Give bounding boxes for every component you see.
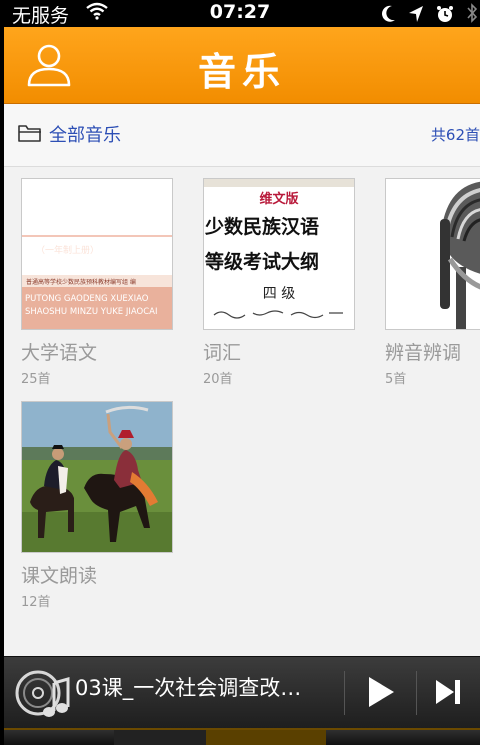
album-title: 词汇 (203, 342, 242, 364)
album-item[interactable]: 课文朗读 12首 (21, 401, 173, 610)
cover-pinyin-line: SHAOSHU MINZU YUKE JIAOCAI (25, 307, 158, 317)
album-title: 大学语文 (21, 342, 98, 364)
page-title: 音乐 (197, 50, 286, 94)
album-item[interactable]: 维文版 少数民族汉语 等级考试大纲 四 级 词汇 20首 (203, 178, 355, 387)
cover-level: 四 级 (262, 286, 296, 302)
music-disc-icon[interactable] (14, 667, 70, 723)
album-title: 课文朗读 (21, 565, 98, 587)
nav-bar: 音乐 (4, 27, 480, 104)
play-icon (369, 677, 394, 707)
location-arrow-icon (408, 5, 424, 28)
microphone-image (386, 179, 480, 329)
cover-title-line: 少数民族汉语 (205, 216, 320, 238)
album-cover[interactable] (385, 178, 480, 330)
folder-icon (18, 124, 42, 146)
next-button[interactable] (434, 679, 462, 709)
album-cover[interactable] (21, 401, 173, 553)
tab-bar-edge (4, 728, 480, 745)
divider (344, 671, 345, 715)
cover-pinyin-line: PUTONG GAODENG XUEXIAO (25, 294, 149, 304)
horse-riders-image (22, 402, 172, 552)
album-item[interactable]: 大学语文 （一年制上册） 普通高等学校少数民族预科教材编写组 编 PUTONG … (21, 178, 173, 387)
cover-title: 大学语文 (32, 201, 160, 236)
album-track-count: 20首 (203, 372, 233, 387)
mini-player[interactable]: 03课_一次社会调查改… (4, 656, 480, 729)
all-music-label[interactable]: 全部音乐 (49, 121, 121, 147)
status-bar: 无服务 07:27 (0, 0, 480, 27)
cover-edition: 维文版 (259, 192, 299, 207)
album-cover[interactable]: 维文版 少数民族汉语 等级考试大纲 四 级 (203, 178, 355, 330)
moon-icon (381, 5, 396, 28)
cover-subtitle: （一年制上册） (36, 246, 100, 256)
now-playing-title[interactable]: 03课_一次社会调查改… (75, 672, 337, 702)
alarm-clock-icon (436, 5, 454, 28)
album-item[interactable]: 辨音辨调 5首 (385, 178, 480, 387)
music-app: 音乐 全部音乐 共62首 大学语文 （一年制上册） 普通高等学校少数民族预科教材… (4, 27, 480, 745)
divider (416, 671, 417, 715)
cover-script-decoration (204, 307, 354, 322)
skip-next-icon (436, 680, 460, 704)
album-cover[interactable]: 大学语文 （一年制上册） 普通高等学校少数民族预科教材编写组 编 PUTONG … (21, 178, 173, 330)
album-title: 辨音辨调 (385, 342, 462, 364)
album-track-count: 12首 (21, 595, 51, 610)
total-count: 共62首 (430, 126, 480, 144)
cover-title-line: 等级考试大纲 (205, 251, 320, 273)
album-track-count: 25首 (21, 372, 51, 387)
play-button[interactable] (366, 675, 396, 713)
bluetooth-icon (466, 3, 478, 28)
album-track-count: 5首 (385, 372, 407, 387)
all-music-bar[interactable]: 全部音乐 共62首 (4, 104, 480, 167)
